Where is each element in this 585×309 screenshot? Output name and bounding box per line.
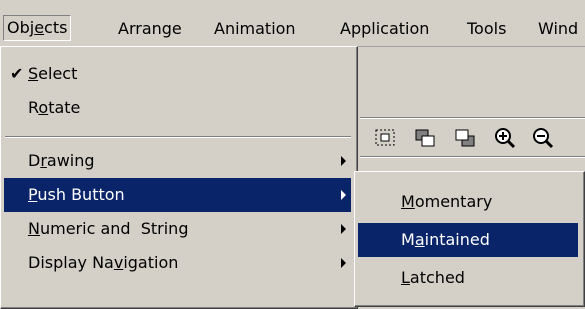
- bring-forward-icon[interactable]: [412, 126, 440, 150]
- submenu-item-momentary-label: Momentary: [401, 192, 493, 211]
- menu-item-rotate[interactable]: Rotate: [4, 91, 351, 125]
- menu-item-numeric-string-label: Numeric and String: [28, 219, 189, 238]
- submenu-item-maintained-label: Maintained: [401, 230, 490, 249]
- menu-objects-label: Objects: [7, 18, 68, 37]
- select-region-icon[interactable]: [372, 126, 400, 150]
- push-button-submenu: Momentary Maintained Latched: [354, 171, 585, 307]
- menu-objects[interactable]: Objects: [3, 15, 72, 41]
- objects-menu: ✔ Select Rotate Drawing Push Button Nume…: [0, 46, 358, 309]
- menu-application-label: Application: [340, 19, 430, 38]
- menu-item-push-button-label: Push Button: [28, 185, 125, 204]
- menu-item-rotate-label: Rotate: [28, 98, 81, 117]
- submenu-item-latched[interactable]: Latched: [358, 261, 578, 295]
- submenu-arrow-icon: [341, 190, 346, 200]
- toolbar-divider-highlight: [360, 118, 585, 119]
- menu-item-select-label: Select: [28, 64, 78, 83]
- submenu-arrow-icon: [341, 258, 346, 268]
- submenu-arrow-icon: [341, 224, 346, 234]
- toolbar-bottom-divider-highlight: [360, 157, 585, 158]
- menu-item-display-navigation-label: Display Navigation: [28, 253, 179, 272]
- menu-item-numeric-string[interactable]: Numeric and String: [4, 212, 351, 246]
- menu-arrange-label: Arrange: [118, 19, 182, 38]
- menu-item-select[interactable]: ✔ Select: [4, 57, 351, 91]
- menu-animation[interactable]: Animation: [214, 17, 296, 41]
- checkmark-icon: ✔: [10, 64, 24, 83]
- menu-animation-label: Animation: [214, 19, 296, 38]
- menu-application[interactable]: Application: [340, 17, 429, 41]
- send-backward-icon[interactable]: [452, 126, 480, 150]
- menu-item-drawing[interactable]: Drawing: [4, 144, 351, 178]
- menu-item-display-navigation[interactable]: Display Navigation: [4, 246, 351, 280]
- submenu-item-latched-label: Latched: [401, 268, 465, 287]
- menu-bar: Objects Arrange Animation Application To…: [0, 0, 585, 47]
- menu-tools-label: Tools: [467, 19, 507, 38]
- menu-tools[interactable]: Tools: [467, 17, 506, 41]
- submenu-item-momentary[interactable]: Momentary: [358, 185, 578, 219]
- menu-window[interactable]: Wind: [538, 17, 578, 41]
- menu-window-label: Wind: [538, 19, 579, 38]
- zoom-in-icon[interactable]: [492, 126, 520, 150]
- menu-separator-highlight: [5, 137, 351, 138]
- submenu-item-maintained[interactable]: Maintained: [358, 223, 578, 257]
- submenu-arrow-icon: [341, 156, 346, 166]
- menu-arrange[interactable]: Arrange: [118, 17, 182, 41]
- menu-item-drawing-label: Drawing: [28, 151, 95, 170]
- menu-item-push-button[interactable]: Push Button: [4, 178, 351, 212]
- zoom-out-icon[interactable]: [530, 126, 558, 150]
